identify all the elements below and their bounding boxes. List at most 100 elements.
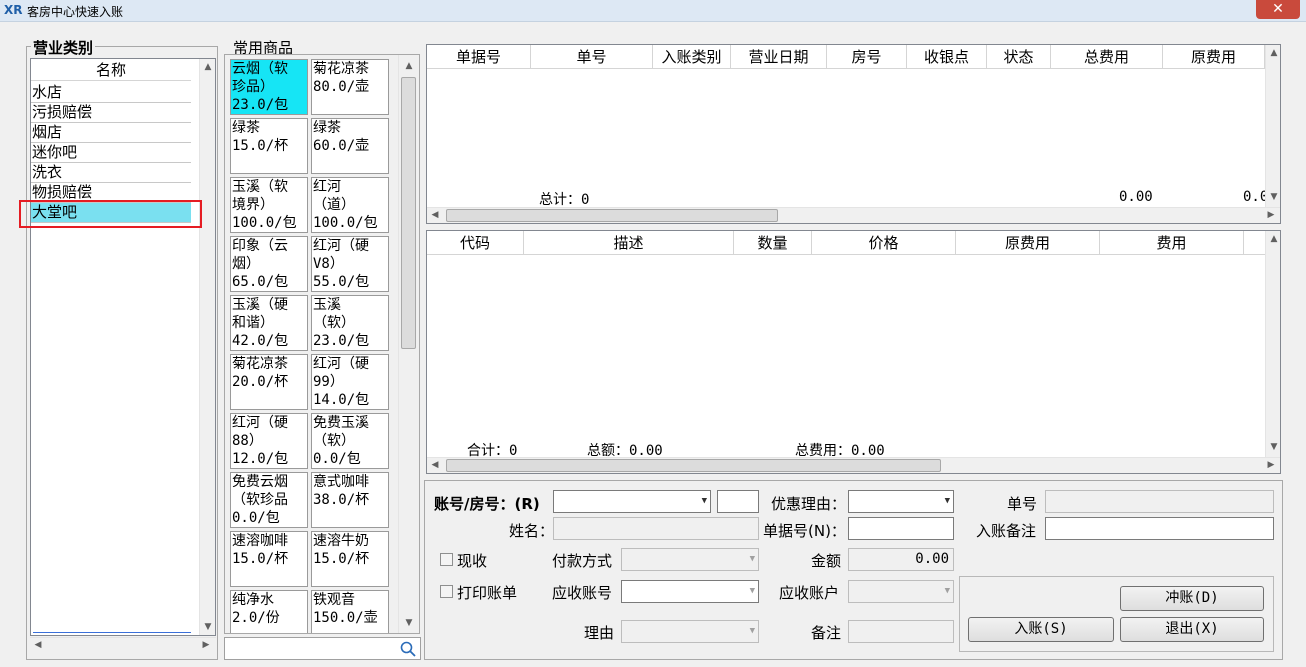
product-tile[interactable]: 免费玉溪 （软） 0.0/包: [311, 413, 389, 469]
cash-label[interactable]: 现收: [457, 550, 487, 571]
column-header[interactable]: 描述: [524, 231, 734, 255]
close-icon[interactable]: ✕: [1256, 0, 1300, 19]
product-tile[interactable]: 玉溪 （软） 23.0/包: [311, 295, 389, 351]
note-label: 备注: [811, 624, 842, 642]
column-header[interactable]: 单据号: [427, 45, 531, 69]
category-item[interactable]: 污损赔偿: [31, 103, 191, 123]
scroll-right-icon[interactable]: ▶: [1263, 210, 1279, 220]
category-item[interactable]: 迷你吧: [31, 143, 191, 163]
column-header[interactable]: 房号: [827, 45, 907, 69]
scroll-left-icon[interactable]: ◀: [427, 460, 443, 470]
category-focus-line: [33, 632, 191, 633]
chevron-down-icon[interactable]: ▼: [702, 491, 707, 512]
search-icon[interactable]: [400, 641, 416, 657]
product-tile[interactable]: 玉溪（硬 和谐） 42.0/包: [230, 295, 308, 351]
column-header[interactable]: 原费用: [956, 231, 1100, 255]
product-tile[interactable]: 红河 （道） 100.0/包: [311, 177, 389, 233]
category-column-header[interactable]: 名称: [31, 59, 191, 81]
discount-reason-label: 优惠理由：: [771, 495, 847, 513]
product-tile[interactable]: 铁观音 150.0/壶: [311, 590, 389, 633]
cash-checkbox[interactable]: [440, 553, 453, 566]
products-scroll-thumb[interactable]: [401, 77, 416, 349]
category-item[interactable]: 水店: [31, 83, 191, 103]
name-field: [553, 517, 759, 540]
column-header[interactable]: 原费用: [1163, 45, 1265, 69]
scroll-left-icon[interactable]: ◀: [30, 640, 46, 650]
column-header[interactable]: 价格: [812, 231, 956, 255]
bill-grid-vertical-scrollbar[interactable]: ▲ ▼: [1265, 45, 1280, 207]
scroll-down-icon[interactable]: ▼: [200, 622, 216, 632]
detail-grid-horizontal-scrollbar[interactable]: ◀ ▶: [427, 457, 1280, 473]
doc-no-field[interactable]: [848, 517, 954, 540]
column-header[interactable]: 数量: [734, 231, 812, 255]
account-extra-field[interactable]: [717, 490, 759, 513]
product-tile[interactable]: 速溶牛奶 15.0/杯: [311, 531, 389, 587]
payment-method-dropdown: ▼: [621, 548, 759, 571]
bill-grid-total: 总计：0: [539, 192, 590, 208]
discount-reason-dropdown[interactable]: ▼: [848, 490, 954, 513]
product-tile-active[interactable]: 云烟（软 珍品） 23.0/包: [230, 59, 308, 115]
receivable-account-dropdown[interactable]: ▼: [621, 580, 759, 603]
detail-grid-vertical-scrollbar[interactable]: ▲ ▼: [1265, 231, 1280, 457]
order-no-field: [1045, 490, 1274, 513]
detail-grid-scroll-thumb[interactable]: [446, 459, 941, 472]
category-item[interactable]: 烟店: [31, 123, 191, 143]
receivable-account-label: 应收账号: [552, 584, 613, 602]
product-tile[interactable]: 红河（硬 88） 12.0/包: [230, 413, 308, 469]
column-header[interactable]: 代码: [427, 231, 524, 255]
product-tile[interactable]: 菊花凉茶 20.0/杯: [230, 354, 308, 410]
bill-grid-scroll-thumb[interactable]: [446, 209, 778, 222]
scroll-up-icon[interactable]: ▲: [1266, 48, 1282, 58]
column-header[interactable]: 单号: [531, 45, 653, 69]
scroll-up-icon[interactable]: ▲: [200, 62, 216, 72]
scroll-up-icon[interactable]: ▲: [401, 61, 417, 71]
account-room-dropdown[interactable]: ▼: [553, 490, 711, 513]
category-vertical-scrollbar[interactable]: ▲ ▼: [199, 59, 215, 635]
doc-no-label: 单据号(N)：: [763, 522, 846, 540]
scroll-right-icon[interactable]: ▶: [198, 640, 214, 650]
product-search-input[interactable]: [224, 637, 421, 660]
products-vertical-scrollbar[interactable]: ▲ ▼: [398, 55, 418, 633]
bill-grid-horizontal-scrollbar[interactable]: ◀ ▶: [427, 207, 1280, 223]
scroll-down-icon[interactable]: ▼: [1266, 192, 1282, 202]
scroll-down-icon[interactable]: ▼: [1266, 442, 1282, 452]
reason-label: 理由: [584, 624, 615, 642]
column-header[interactable]: 费用: [1100, 231, 1244, 255]
print-bill-checkbox[interactable]: [440, 585, 453, 598]
column-header[interactable]: 营业日期: [731, 45, 827, 69]
product-tile[interactable]: 纯净水 2.0/份: [230, 590, 308, 633]
chevron-down-icon[interactable]: ▼: [945, 491, 950, 512]
order-no-label: 单号: [1007, 495, 1038, 513]
product-tile[interactable]: 绿茶 60.0/壶: [311, 118, 389, 174]
scroll-left-icon[interactable]: ◀: [427, 210, 443, 220]
category-horizontal-scrollbar[interactable]: ◀ ▶: [30, 637, 216, 653]
bill-grid: 单据号 单号 入账类别 营业日期 房号 收银点 状态 总费用 原费用 总计：0 …: [426, 44, 1281, 224]
chevron-down-icon[interactable]: ▼: [750, 581, 755, 602]
product-tile[interactable]: 红河（硬 99） 14.0/包: [311, 354, 389, 410]
payment-method-label: 付款方式: [552, 552, 613, 570]
print-bill-label[interactable]: 打印账单: [457, 582, 517, 603]
column-header[interactable]: 收银点: [907, 45, 987, 69]
product-tile[interactable]: 菊花凉茶 80.0/壶: [311, 59, 389, 115]
column-header[interactable]: 入账类别: [653, 45, 731, 69]
post-entry-button[interactable]: 入账(S): [968, 617, 1114, 642]
scroll-right-icon[interactable]: ▶: [1263, 460, 1279, 470]
column-header[interactable]: 总费用: [1051, 45, 1163, 69]
product-tile[interactable]: 意式咖啡 38.0/杯: [311, 472, 389, 528]
category-item[interactable]: 洗衣: [31, 163, 191, 183]
product-tile[interactable]: 玉溪（软 境界） 100.0/包: [230, 177, 308, 233]
product-tile[interactable]: 绿茶 15.0/杯: [230, 118, 308, 174]
scroll-up-icon[interactable]: ▲: [1266, 234, 1282, 244]
product-search-field[interactable]: [227, 639, 395, 658]
exit-button[interactable]: 退出(X): [1120, 617, 1264, 642]
scroll-down-icon[interactable]: ▼: [401, 618, 417, 628]
product-tile[interactable]: 免费云烟 （软珍品 0.0/包: [230, 472, 308, 528]
entry-remark-field[interactable]: [1045, 517, 1274, 540]
product-tile[interactable]: 速溶咖啡 15.0/杯: [230, 531, 308, 587]
reverse-entry-button[interactable]: 冲账(D): [1120, 586, 1264, 611]
column-header[interactable]: 状态: [987, 45, 1051, 69]
product-tile[interactable]: 印象（云 烟） 65.0/包: [230, 236, 308, 292]
entry-form: 账号/房号：(R) ▼ 优惠理由： ▼ 单号 姓名： 单据号(N)： 入账备注 …: [424, 480, 1283, 660]
action-button-group: 冲账(D) 入账(S) 退出(X): [959, 576, 1274, 652]
product-tile[interactable]: 红河（硬 V8） 55.0/包: [311, 236, 389, 292]
